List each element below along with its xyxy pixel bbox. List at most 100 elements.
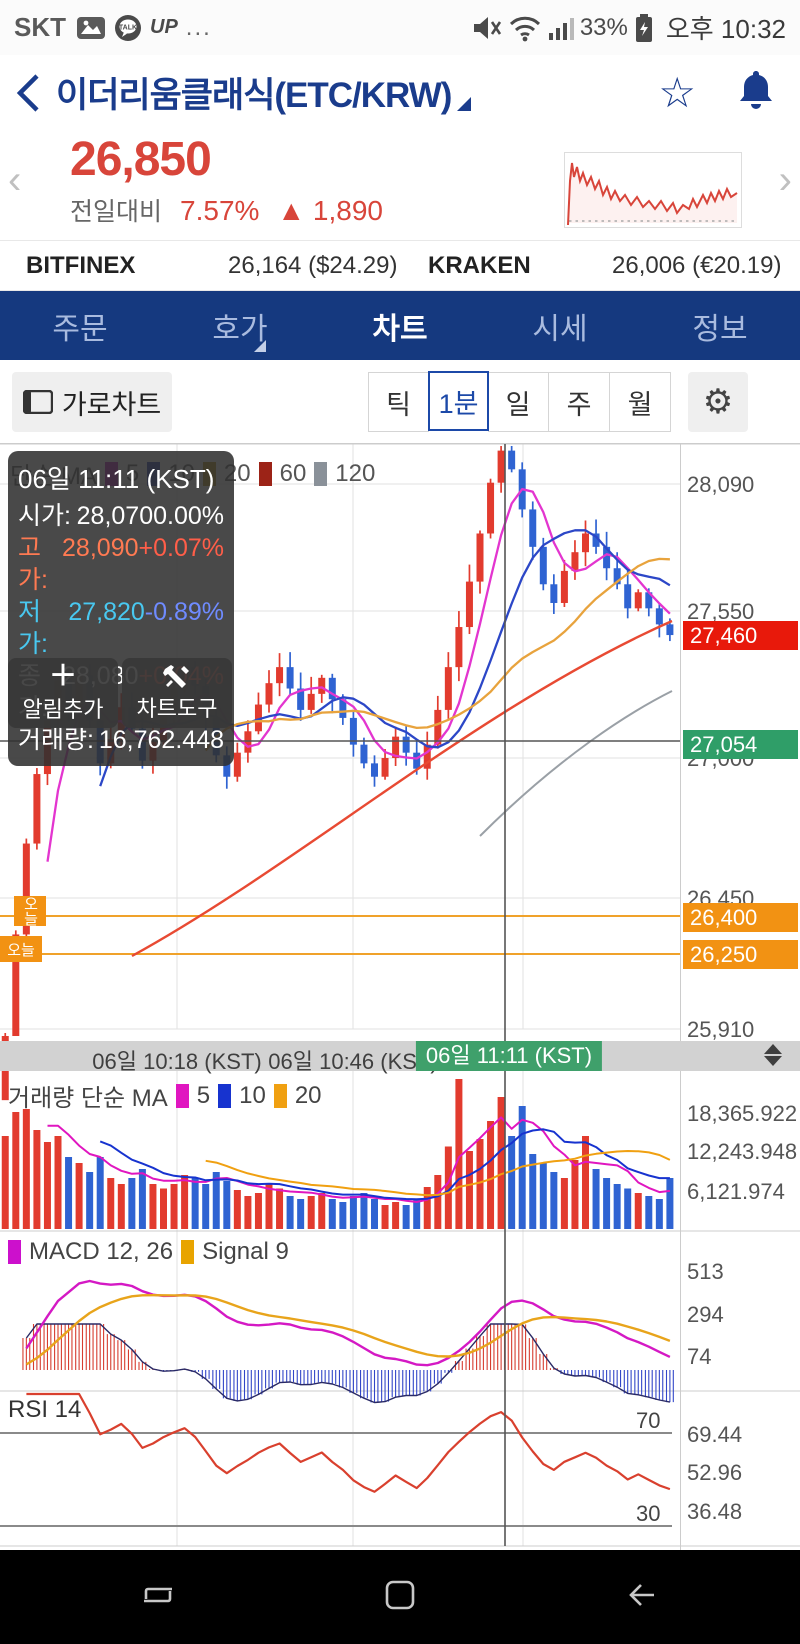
macd-axis-label: 513 xyxy=(687,1259,724,1284)
tab-orderbook[interactable]: 호가 xyxy=(160,291,320,360)
battery-percentage: 33% xyxy=(579,13,628,41)
back-button[interactable] xyxy=(0,63,56,123)
tooltip-volume-row: 거래량: 16,762.448 xyxy=(18,726,224,754)
add-alert-button[interactable]: ＋ 알림추가 xyxy=(8,658,118,728)
ma120-chip xyxy=(314,461,328,486)
gear-icon: ⚙ xyxy=(702,383,734,421)
battery-icon xyxy=(635,13,652,42)
exchange-name: BITFINEX xyxy=(26,251,136,279)
tab-order[interactable]: 주문 xyxy=(0,291,160,360)
title-bar: 이더리움클래식(ETC/KRW) ☆ xyxy=(0,55,800,130)
chart-toolbar: 가로차트 틱 1분 일 주 월 ⚙ xyxy=(0,360,800,443)
landscape-chart-button[interactable]: 가로차트 xyxy=(12,372,172,432)
tab-market[interactable]: 시세 xyxy=(480,291,640,360)
plus-icon: ＋ xyxy=(48,660,77,691)
tooltip-date: 06일 11:11 (KST) xyxy=(18,464,215,494)
change-label: 전일대비 xyxy=(70,198,163,226)
tools-icon xyxy=(163,665,189,688)
chart-tools-button[interactable]: 차트도구 xyxy=(122,658,232,728)
volume-axis-label: 18,365.922 xyxy=(687,1101,798,1126)
tooltip-open-row: 시가: 28,070 0.00% xyxy=(18,502,224,530)
crosshair-price-badge: 27,054 xyxy=(683,730,798,759)
android-nav-bar xyxy=(0,1550,800,1644)
clock: 오후 10:32 xyxy=(665,14,786,44)
mute-icon xyxy=(473,16,501,39)
status-bar: SKT TALK UP ... 33% 오후 10:32 xyxy=(0,0,800,55)
wifi-icon xyxy=(509,16,540,41)
svg-text:TALK: TALK xyxy=(119,24,137,31)
prev-symbol-chevron[interactable]: ‹ xyxy=(8,158,21,203)
main-nav-tabs: 주문 호가 차트 시세 정보 xyxy=(0,291,800,360)
alerts-bell-button[interactable] xyxy=(736,68,776,117)
rsi-axis-label: 69.44 xyxy=(687,1422,743,1447)
signal-icon xyxy=(548,17,574,40)
ma60-chip xyxy=(258,461,272,486)
tab-info[interactable]: 정보 xyxy=(640,291,800,360)
tooltip-low-row: 저가: 27,820 -0.89% xyxy=(18,598,224,658)
pane-resize-handle[interactable] xyxy=(764,1044,782,1066)
tab-chart[interactable]: 차트 xyxy=(320,291,480,360)
time-axis-label: 06일 10:46 (KST) xyxy=(268,1049,438,1074)
recents-icon xyxy=(144,1587,172,1602)
exchange-price: 26,006 (€20.19) xyxy=(612,251,782,279)
macd-legend: MACD 12, 26 Signal 9 xyxy=(8,1238,289,1266)
today-level-tag: 오늘 xyxy=(14,896,46,926)
signal-chip xyxy=(181,1240,195,1264)
time-axis-bar: 06일 10:18 (KST) 06일 10:46 (KST) T) 06일 1… xyxy=(0,1041,800,1074)
orderbook-expand-icon xyxy=(254,340,266,352)
gallery-notification-icon xyxy=(77,16,105,39)
more-notifications-icon: ... xyxy=(185,13,212,41)
change-amount: ▲ 1,890 xyxy=(277,195,383,226)
exchange-price: 26,164 ($24.29) xyxy=(228,251,398,279)
chart-region[interactable]: 단순 MA 5 10 20 60 120 06일 11:11 (KST) 시가:… xyxy=(0,443,800,1551)
rsi-legend: RSI 14 xyxy=(8,1396,82,1423)
home-button[interactable] xyxy=(383,1578,417,1617)
vol-ma5-chip xyxy=(175,1083,189,1108)
interval-1min[interactable]: 1분 xyxy=(428,371,489,431)
next-symbol-chevron[interactable]: › xyxy=(779,158,792,203)
level-price-badge: 26,250 xyxy=(683,940,798,969)
trading-app: { "status_bar": { "carrier": "SKT", "up"… xyxy=(0,0,800,1644)
price-axis-label: 28,090 xyxy=(687,472,755,497)
rsi-oversold-label: 30 xyxy=(636,1501,661,1526)
vol-ma10-chip xyxy=(218,1083,232,1108)
symbol-dropdown-icon xyxy=(457,96,472,111)
back-nav-button[interactable] xyxy=(624,1579,660,1616)
interval-group: 틱 1분 일 주 월 xyxy=(368,371,671,432)
favorite-star-button[interactable]: ☆ xyxy=(658,71,696,114)
chart-settings-button[interactable]: ⚙ xyxy=(688,372,748,432)
price-summary: ‹ › 26,850 전일대비 7.57% ▲ 1,890 xyxy=(0,130,800,240)
macd-axis-label: 294 xyxy=(687,1302,724,1327)
rsi-overbought-label: 70 xyxy=(636,1408,661,1433)
volume-axis-label: 12,243.948 xyxy=(687,1139,798,1164)
interval-tick[interactable]: 틱 xyxy=(368,372,429,432)
volume-axis-label: 6,121.974 xyxy=(687,1179,785,1204)
rsi-axis-label: 36.48 xyxy=(687,1499,743,1524)
macd-chip xyxy=(8,1240,21,1264)
kakaotalk-notification-icon: TALK xyxy=(115,14,141,41)
symbol-selector[interactable]: 이더리움클래식(ETC/KRW) xyxy=(56,67,472,118)
up-notification-icon: UP xyxy=(150,16,178,38)
bell-icon xyxy=(740,71,772,109)
current-price-badge: 27,460 xyxy=(683,621,798,650)
home-icon xyxy=(385,1580,415,1609)
rsi-axis-label: 52.96 xyxy=(687,1460,743,1485)
recents-button[interactable] xyxy=(140,1579,176,1616)
tooltip-high-row: 고가: 28,090 +0.07% xyxy=(18,534,224,594)
exchange-ticker-row: BITFINEX 26,164 ($24.29) KRAKEN 26,006 (… xyxy=(0,240,800,291)
crosshair-time-badge: 06일 11:11 (KST) xyxy=(415,1041,603,1071)
back-chevron-icon xyxy=(16,73,39,112)
vol-ma20-chip xyxy=(273,1083,287,1108)
interval-day[interactable]: 일 xyxy=(488,372,549,432)
landscape-phone-icon xyxy=(22,390,53,414)
volume-ma-legend: 거래량 단순 MA 5 10 20 xyxy=(8,1081,322,1113)
time-axis-label: 06일 10:18 (KST) xyxy=(92,1049,262,1074)
level-price-badge: 26,400 xyxy=(683,903,798,932)
change-percent: 7.57% xyxy=(180,195,260,226)
interval-week[interactable]: 주 xyxy=(549,372,610,432)
interval-month[interactable]: 월 xyxy=(610,372,671,432)
back-arrow-icon xyxy=(629,1583,654,1606)
price-axis-label: 25,910 xyxy=(687,1017,755,1042)
landscape-chart-label: 가로차트 xyxy=(61,389,162,420)
carrier-label: SKT xyxy=(14,12,66,42)
